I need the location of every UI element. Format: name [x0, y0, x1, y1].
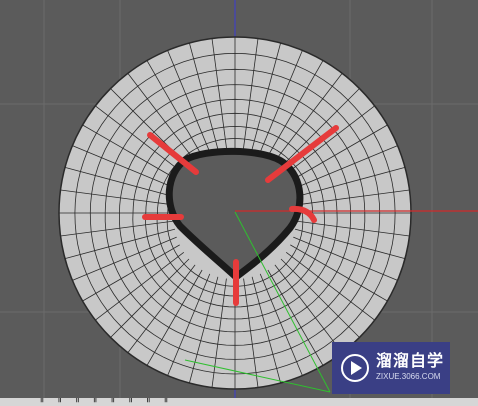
play-icon	[341, 354, 369, 382]
timeline-strip[interactable]: ·· ‖ ·· ‖ ·· ‖ ·· ‖ ·· ‖ ·· ‖ ·· ‖ ·· ‖	[0, 398, 478, 406]
timeline-ticks: ·· ‖ ·· ‖ ·· ‖ ·· ‖ ·· ‖ ·· ‖ ·· ‖ ·· ‖	[30, 398, 169, 403]
watermark-brand: 溜溜自学	[376, 353, 445, 370]
3d-viewport[interactable]: 溜溜自学 ZIXUE.3066.COM ·· ‖ ·· ‖ ·· ‖ ·· ‖ …	[0, 0, 478, 406]
watermark-badge: 溜溜自学 ZIXUE.3066.COM	[332, 342, 450, 394]
watermark-url: ZIXUE.3066.COM	[376, 372, 441, 381]
